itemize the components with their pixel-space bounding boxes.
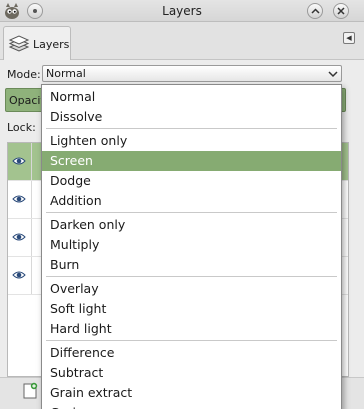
menu-item[interactable]: Screen	[42, 151, 341, 171]
visibility-toggle[interactable]	[8, 143, 32, 180]
chevron-down-icon	[328, 71, 338, 78]
tab-menu-arrow-icon[interactable]: ◀	[343, 32, 355, 44]
visibility-toggle[interactable]	[8, 219, 32, 256]
visibility-toggle[interactable]	[8, 257, 32, 294]
menu-item[interactable]: Darken only	[42, 215, 341, 235]
eye-icon	[12, 195, 26, 203]
eye-icon	[12, 233, 26, 241]
menu-item[interactable]: Dodge	[42, 171, 341, 191]
menu-separator	[46, 276, 337, 277]
menu-item[interactable]: Grain merge	[42, 403, 341, 409]
eye-icon	[12, 271, 26, 279]
close-icon[interactable]	[333, 3, 349, 19]
visibility-toggle[interactable]	[8, 181, 32, 218]
lock-label: Lock:	[7, 121, 36, 134]
eye-icon	[12, 157, 26, 165]
menu-item[interactable]: Normal	[42, 87, 341, 107]
mode-label: Mode:	[7, 68, 41, 81]
menu-item[interactable]: Addition	[42, 191, 341, 211]
menu-item[interactable]: Burn	[42, 255, 341, 275]
menu-separator	[46, 128, 337, 129]
menu-item[interactable]: Difference	[42, 343, 341, 363]
menu-item[interactable]: Subtract	[42, 363, 341, 383]
tab-layers-label: Layers	[33, 38, 70, 51]
menu-item[interactable]: Grain extract	[42, 383, 341, 403]
menu-separator	[46, 340, 337, 341]
menu-item[interactable]: Soft light	[42, 299, 341, 319]
menu-item[interactable]: Hard light	[42, 319, 341, 339]
mode-dropdown-menu[interactable]: Normal Dissolve Lighten only Screen Dodge Add…	[41, 84, 342, 409]
menu-item[interactable]: Lighten only	[42, 131, 341, 151]
menu-separator	[46, 212, 337, 213]
menu-item[interactable]: Overlay	[42, 279, 341, 299]
mode-select-value: Normal	[46, 67, 86, 80]
tab-layers[interactable]: Layers	[3, 26, 71, 61]
mode-select[interactable]: Normal	[42, 65, 342, 82]
dock-tab-strip: Layers ◀	[0, 22, 364, 61]
minimize-chevron-icon[interactable]	[307, 3, 323, 19]
title-bar: Layers	[0, 0, 364, 22]
layers-stack-icon	[8, 35, 30, 52]
menu-item[interactable]: Multiply	[42, 235, 341, 255]
new-layer-icon[interactable]	[22, 382, 38, 400]
menu-item[interactable]: Dissolve	[42, 107, 341, 127]
